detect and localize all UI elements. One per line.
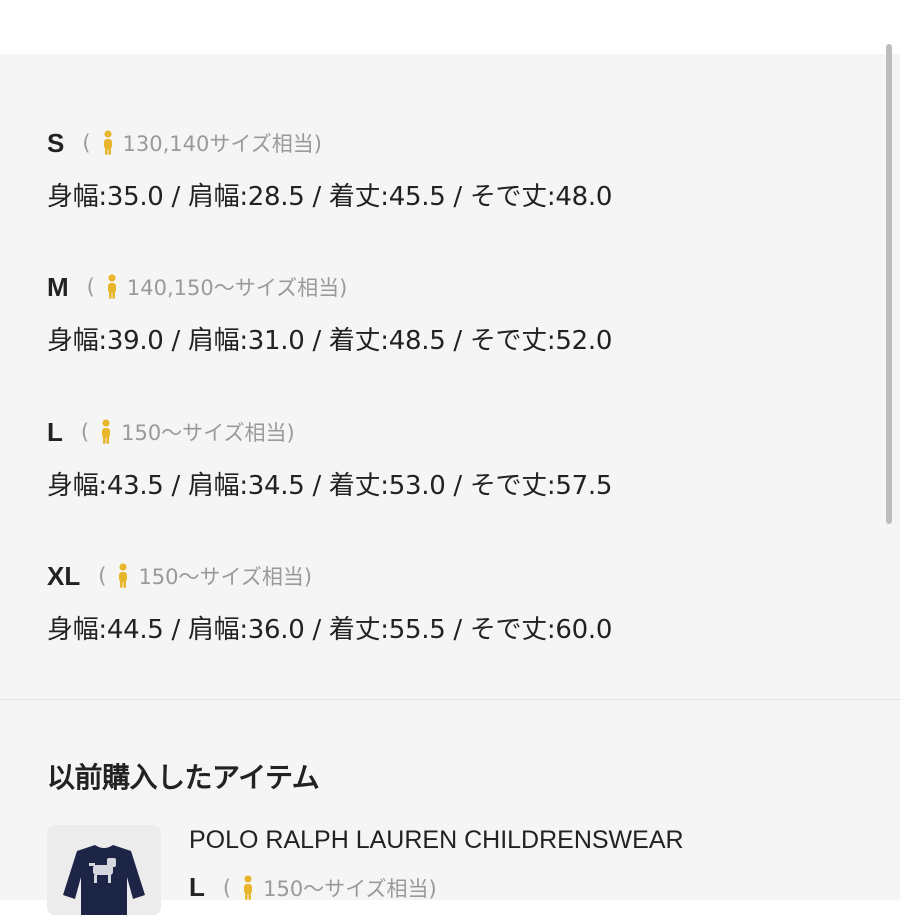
person-icon [244,874,253,900]
size-equivalent: ( 150〜サイズ相当) [80,419,295,445]
size-equivalent: ( 150〜サイズ相当) [98,563,313,589]
purchase-history-title: 以前購入したアイテム [47,761,320,794]
person-icon [103,130,112,155]
item-size-label: L [189,872,205,902]
navy-sweater-thumbnail [47,825,161,915]
size-measurements: 身幅:39.0 / 肩幅:31.0 / 着丈:48.5 / そで丈:52.0 [47,326,613,356]
size-equivalent: ( 130,140サイズ相当) [82,130,322,156]
size-entry-m: M ( 140,150〜サイズ相当) 身幅:39.0 / 肩幅:31.0 / 着… [47,270,612,357]
size-label: L [47,416,63,447]
item-thumbnail[interactable] [47,825,161,915]
size-measurements: 身幅:44.5 / 肩幅:36.0 / 着丈:55.5 / そで丈:60.0 [47,615,613,645]
size-chart-panel: S ( 130,140サイズ相当) 身幅:35.0 / 肩幅:28.5 / 着丈… [0,54,900,699]
scrollbar-thumb[interactable] [886,44,892,524]
top-bar [0,0,900,54]
person-icon [119,563,128,588]
size-entry-s: S ( 130,140サイズ相当) 身幅:35.0 / 肩幅:28.5 / 着丈… [47,126,612,213]
size-measurements: 身幅:43.5 / 肩幅:34.5 / 着丈:53.0 / そで丈:57.5 [47,471,613,501]
size-equivalent: ( 140,150〜サイズ相当) [86,274,348,300]
size-label: S [47,127,65,158]
size-entry-xl: XL ( 150〜サイズ相当) 身幅:44.5 / 肩幅:36.0 / 着丈:5… [47,559,612,646]
size-measurements: 身幅:35.0 / 肩幅:28.5 / 着丈:45.5 / そで丈:48.0 [47,182,613,212]
person-icon [107,274,116,299]
person-icon [102,419,111,444]
item-size-equivalent: ( 150〜サイズ相当) [222,874,437,901]
size-entry-l: L ( 150〜サイズ相当) 身幅:43.5 / 肩幅:34.5 / 着丈:53… [47,415,612,502]
item-size-row: L ( 150〜サイズ相当) [189,872,437,903]
size-label: M [47,271,69,302]
item-brand-name[interactable]: POLO RALPH LAUREN CHILDRENSWEAR [189,826,684,855]
size-label: XL [47,560,81,591]
